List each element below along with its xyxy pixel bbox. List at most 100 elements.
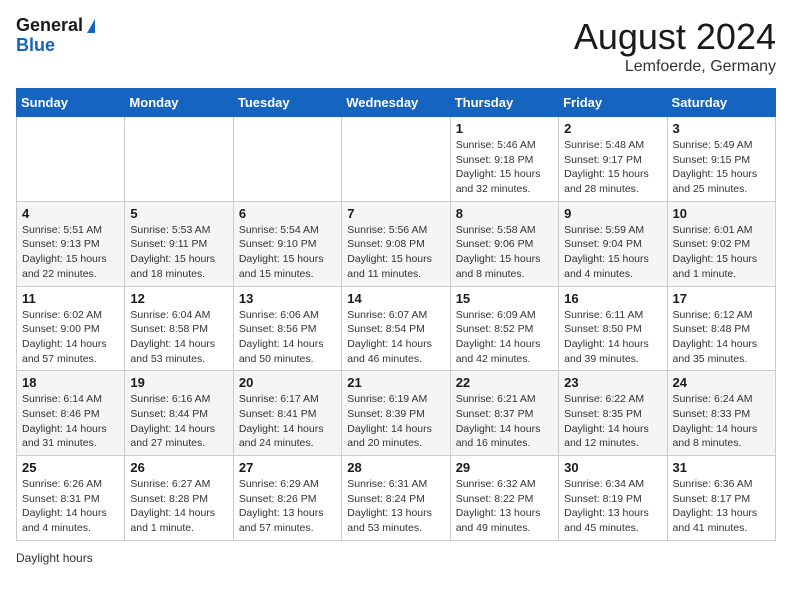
logo-general: General (16, 16, 83, 36)
calendar-cell: 1Sunrise: 5:46 AM Sunset: 9:18 PM Daylig… (450, 117, 558, 202)
calendar-cell: 14Sunrise: 6:07 AM Sunset: 8:54 PM Dayli… (342, 286, 450, 371)
page-subtitle: Lemfoerde, Germany (574, 58, 776, 76)
day-number: 15 (456, 291, 553, 306)
calendar-cell: 24 Sunrise: 6:24 AM Sunset: 8:33 PM Dayli… (667, 371, 775, 456)
day-number: 23 (564, 375, 661, 390)
day-number: 18 (22, 375, 119, 390)
day-number: 29 (456, 460, 553, 475)
day-number: 13 (239, 291, 336, 306)
calendar-cell: 23Sunrise: 6:22 AM Sunset: 8:35 PM Dayli… (559, 371, 667, 456)
day-number: 25 (22, 460, 119, 475)
calendar-cell: 17 Sunrise: 6:12 AM Sunset: 8:48 PM Dayli… (667, 286, 775, 371)
day-number: 26 (130, 460, 227, 475)
calendar-week-row: 25 Sunrise: 6:26 AM Sunset: 8:31 PM Dayli… (17, 456, 776, 541)
dow-header: Wednesday (342, 89, 450, 117)
day-info: Sunrise: 5:49 AM Sunset: 9:15 PM Dayligh… (673, 138, 770, 197)
day-info: Sunrise: 6:36 AM Sunset: 8:17 PM Dayligh… (673, 477, 770, 536)
day-number: 30 (564, 460, 661, 475)
footer: Daylight hours (16, 551, 776, 565)
calendar-cell: 2Sunrise: 5:48 AM Sunset: 9:17 PM Daylig… (559, 117, 667, 202)
day-info: Sunrise: 6:12 AM Sunset: 8:48 PM Dayligh… (673, 308, 770, 367)
logo: General Blue (16, 16, 95, 56)
dow-header: Saturday (667, 89, 775, 117)
calendar-cell (233, 117, 341, 202)
days-of-week-row: SundayMondayTuesdayWednesdayThursdayFrid… (17, 89, 776, 117)
day-info: Sunrise: 6:31 AM Sunset: 8:24 PM Dayligh… (347, 477, 444, 536)
day-info: Sunrise: 5:48 AM Sunset: 9:17 PM Dayligh… (564, 138, 661, 197)
dow-header: Sunday (17, 89, 125, 117)
calendar-cell: 15 Sunrise: 6:09 AM Sunset: 8:52 PM Dayli… (450, 286, 558, 371)
day-info: Sunrise: 6:19 AM Sunset: 8:39 PM Dayligh… (347, 392, 444, 451)
day-number: 7 (347, 206, 444, 221)
day-info: Sunrise: 5:59 AM Sunset: 9:04 PM Dayligh… (564, 223, 661, 282)
day-info: Sunrise: 6:32 AM Sunset: 8:22 PM Dayligh… (456, 477, 553, 536)
day-number: 8 (456, 206, 553, 221)
day-info: Sunrise: 6:06 AM Sunset: 8:56 PM Dayligh… (239, 308, 336, 367)
day-number: 24 (673, 375, 770, 390)
calendar-body: 1Sunrise: 5:46 AM Sunset: 9:18 PM Daylig… (17, 117, 776, 541)
day-number: 12 (130, 291, 227, 306)
daylight-hours-label: Daylight hours (16, 551, 93, 565)
day-info: Sunrise: 6:04 AM Sunset: 8:58 PM Dayligh… (130, 308, 227, 367)
page-header: General Blue August 2024 Lemfoerde, Germ… (16, 16, 776, 76)
calendar-cell: 26 Sunrise: 6:27 AM Sunset: 8:28 PM Dayli… (125, 456, 233, 541)
calendar-cell: 21 Sunrise: 6:19 AM Sunset: 8:39 PM Dayli… (342, 371, 450, 456)
day-number: 19 (130, 375, 227, 390)
calendar-cell: 27 Sunrise: 6:29 AM Sunset: 8:26 PM Dayli… (233, 456, 341, 541)
day-info: Sunrise: 6:21 AM Sunset: 8:37 PM Dayligh… (456, 392, 553, 451)
day-number: 4 (22, 206, 119, 221)
day-number: 16 (564, 291, 661, 306)
day-number: 5 (130, 206, 227, 221)
day-info: Sunrise: 5:46 AM Sunset: 9:18 PM Dayligh… (456, 138, 553, 197)
logo-blue: Blue (16, 36, 95, 56)
calendar-cell: 31 Sunrise: 6:36 AM Sunset: 8:17 PM Dayli… (667, 456, 775, 541)
day-info: Sunrise: 6:02 AM Sunset: 9:00 PM Dayligh… (22, 308, 119, 367)
day-number: 11 (22, 291, 119, 306)
day-number: 9 (564, 206, 661, 221)
calendar-cell (125, 117, 233, 202)
calendar-cell: 20Sunrise: 6:17 AM Sunset: 8:41 PM Dayli… (233, 371, 341, 456)
day-info: Sunrise: 6:07 AM Sunset: 8:54 PM Dayligh… (347, 308, 444, 367)
calendar-cell: 13 Sunrise: 6:06 AM Sunset: 8:56 PM Dayli… (233, 286, 341, 371)
day-number: 6 (239, 206, 336, 221)
calendar-cell: 22Sunrise: 6:21 AM Sunset: 8:37 PM Dayli… (450, 371, 558, 456)
calendar-table: SundayMondayTuesdayWednesdayThursdayFrid… (16, 88, 776, 541)
page-title: August 2024 (574, 16, 776, 58)
title-block: August 2024 Lemfoerde, Germany (574, 16, 776, 76)
day-info: Sunrise: 6:27 AM Sunset: 8:28 PM Dayligh… (130, 477, 227, 536)
day-number: 31 (673, 460, 770, 475)
day-info: Sunrise: 5:58 AM Sunset: 9:06 PM Dayligh… (456, 223, 553, 282)
day-info: Sunrise: 6:09 AM Sunset: 8:52 PM Dayligh… (456, 308, 553, 367)
dow-header: Monday (125, 89, 233, 117)
day-info: Sunrise: 5:56 AM Sunset: 9:08 PM Dayligh… (347, 223, 444, 282)
calendar-cell: 8 Sunrise: 5:58 AM Sunset: 9:06 PM Daylig… (450, 201, 558, 286)
calendar-cell: 18 Sunrise: 6:14 AM Sunset: 8:46 PM Dayli… (17, 371, 125, 456)
calendar-week-row: 4 Sunrise: 5:51 AM Sunset: 9:13 PM Daylig… (17, 201, 776, 286)
day-number: 27 (239, 460, 336, 475)
calendar-cell (342, 117, 450, 202)
calendar-cell: 7 Sunrise: 5:56 AM Sunset: 9:08 PM Daylig… (342, 201, 450, 286)
day-number: 17 (673, 291, 770, 306)
calendar-cell (17, 117, 125, 202)
day-info: Sunrise: 5:51 AM Sunset: 9:13 PM Dayligh… (22, 223, 119, 282)
day-info: Sunrise: 6:34 AM Sunset: 8:19 PM Dayligh… (564, 477, 661, 536)
day-number: 3 (673, 121, 770, 136)
day-info: Sunrise: 6:24 AM Sunset: 8:33 PM Dayligh… (673, 392, 770, 451)
calendar-cell: 25 Sunrise: 6:26 AM Sunset: 8:31 PM Dayli… (17, 456, 125, 541)
calendar-cell: 3 Sunrise: 5:49 AM Sunset: 9:15 PM Daylig… (667, 117, 775, 202)
calendar-cell: 9 Sunrise: 5:59 AM Sunset: 9:04 PM Daylig… (559, 201, 667, 286)
day-info: Sunrise: 6:01 AM Sunset: 9:02 PM Dayligh… (673, 223, 770, 282)
day-info: Sunrise: 6:14 AM Sunset: 8:46 PM Dayligh… (22, 392, 119, 451)
calendar-cell: 30 Sunrise: 6:34 AM Sunset: 8:19 PM Dayli… (559, 456, 667, 541)
day-info: Sunrise: 6:26 AM Sunset: 8:31 PM Dayligh… (22, 477, 119, 536)
day-info: Sunrise: 6:29 AM Sunset: 8:26 PM Dayligh… (239, 477, 336, 536)
day-number: 21 (347, 375, 444, 390)
calendar-cell: 19Sunrise: 6:16 AM Sunset: 8:44 PM Dayli… (125, 371, 233, 456)
calendar-cell: 11 Sunrise: 6:02 AM Sunset: 9:00 PM Dayli… (17, 286, 125, 371)
day-number: 20 (239, 375, 336, 390)
day-info: Sunrise: 6:11 AM Sunset: 8:50 PM Dayligh… (564, 308, 661, 367)
calendar-cell: 10Sunrise: 6:01 AM Sunset: 9:02 PM Dayli… (667, 201, 775, 286)
dow-header: Friday (559, 89, 667, 117)
logo-triangle-icon (87, 19, 95, 33)
calendar-cell: 29 Sunrise: 6:32 AM Sunset: 8:22 PM Dayli… (450, 456, 558, 541)
